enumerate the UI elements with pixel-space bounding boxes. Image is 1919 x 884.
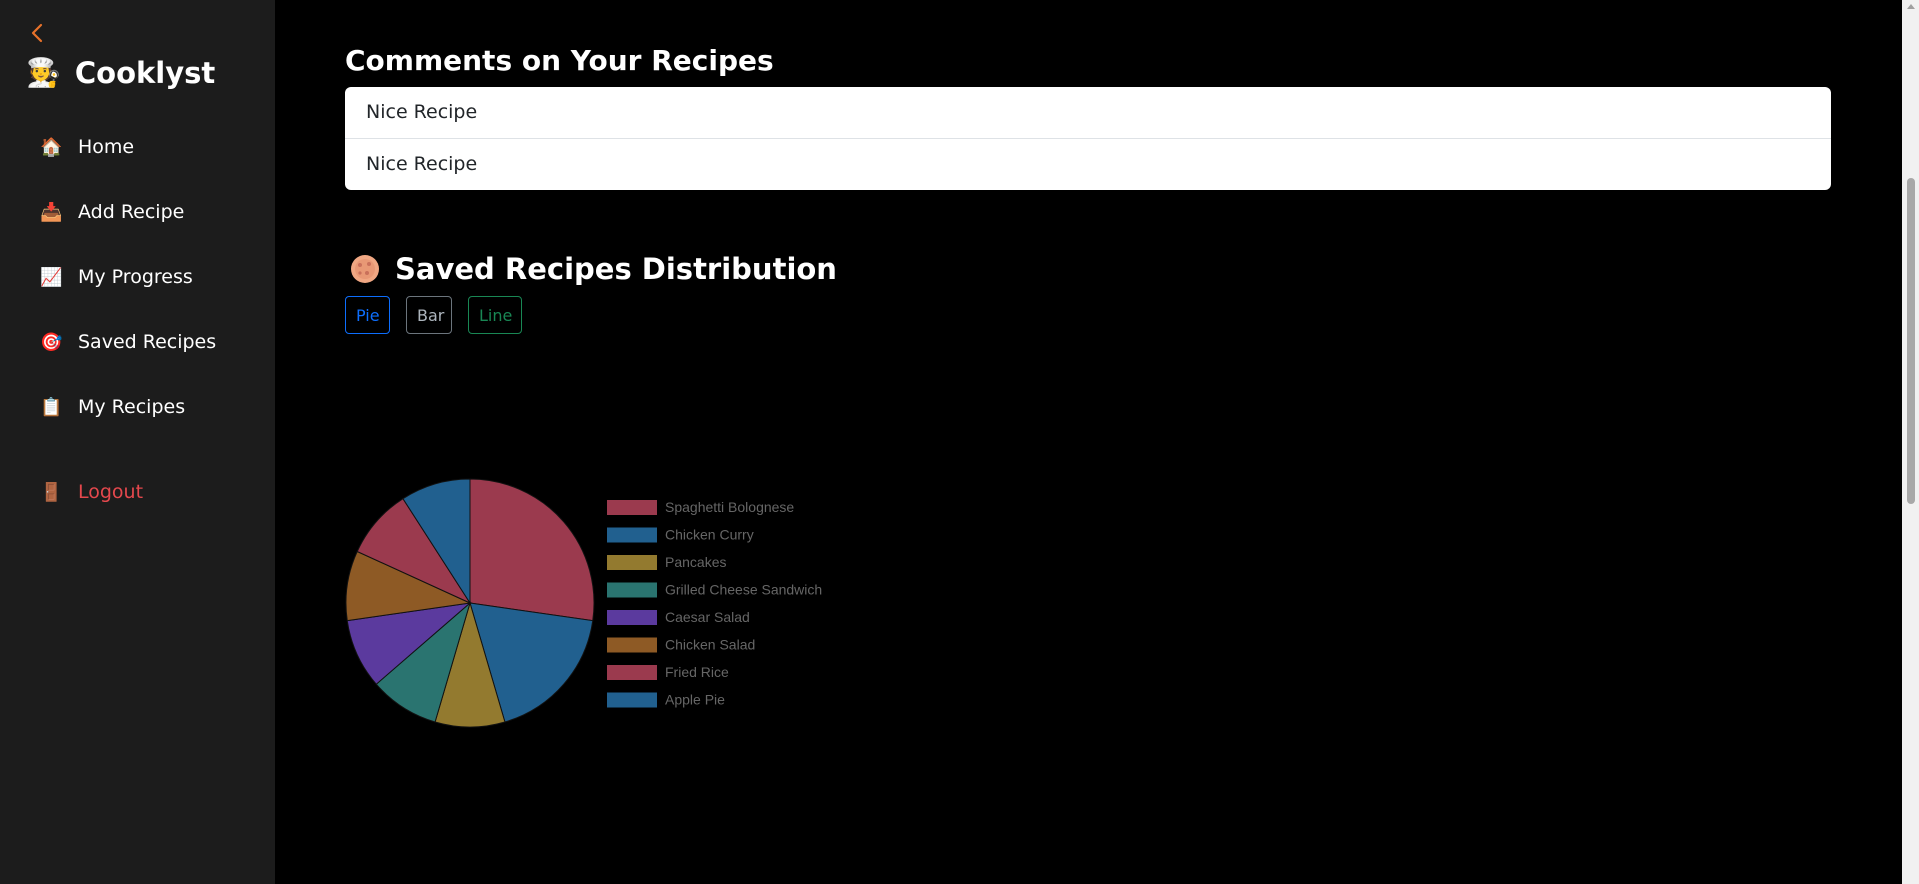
legend-label[interactable]: Apple Pie xyxy=(665,692,725,708)
legend-label[interactable]: Pancakes xyxy=(665,554,726,570)
legend-swatch[interactable] xyxy=(607,582,657,598)
pie-slice[interactable] xyxy=(469,478,595,622)
legend-label[interactable]: Chicken Curry xyxy=(665,527,754,543)
legend-label[interactable]: Caesar Salad xyxy=(665,609,750,625)
legend-label[interactable]: Spaghetti Bolognese xyxy=(665,499,794,515)
legend-swatch[interactable] xyxy=(607,692,657,708)
saved-recipes-pie-chart: Spaghetti Bolognese Chicken Curry Pancakes… xyxy=(345,478,822,728)
legend-label[interactable]: Grilled Cheese Sandwich xyxy=(665,582,822,598)
legend-swatch[interactable] xyxy=(607,637,657,653)
scroll-up-icon[interactable] xyxy=(1907,4,1915,9)
legend-swatch[interactable] xyxy=(607,555,657,570)
legend-swatch[interactable] xyxy=(607,665,657,680)
legend-swatch[interactable] xyxy=(607,610,657,625)
legend-swatch[interactable] xyxy=(607,527,657,543)
scrollbar-thumb[interactable] xyxy=(1907,178,1915,504)
legend-label[interactable]: Fried Rice xyxy=(665,664,729,680)
legend-swatch[interactable] xyxy=(607,500,657,515)
legend-label[interactable]: Chicken Salad xyxy=(665,637,755,653)
scrollbar[interactable] xyxy=(1902,0,1919,884)
